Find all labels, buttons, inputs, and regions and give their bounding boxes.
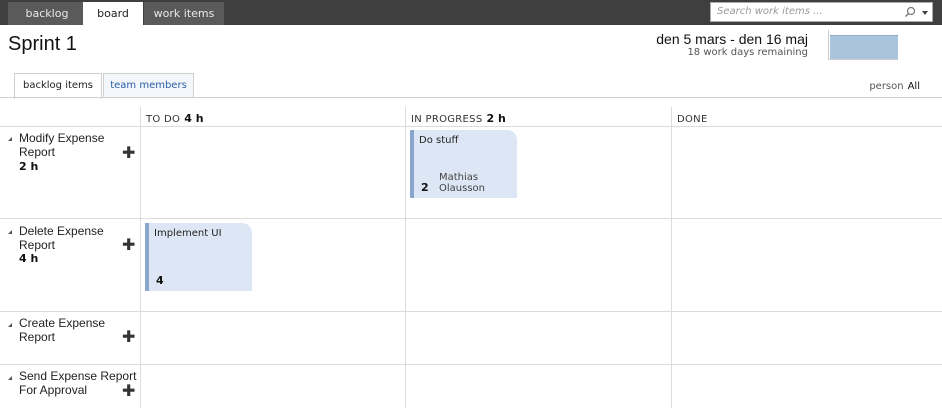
- backlog-item-title[interactable]: Delete Expense Report: [19, 224, 119, 252]
- column-name: DONE: [677, 114, 708, 125]
- column-divider: [671, 107, 672, 408]
- search-input[interactable]: Search work items ...: [717, 6, 823, 17]
- tab-work-items[interactable]: work items: [144, 2, 224, 25]
- collapse-row-icon[interactable]: [8, 230, 12, 234]
- backlog-item-title[interactable]: Modify Expense Report: [19, 131, 119, 159]
- sprint-dates: den 5 mars - den 16 maj: [656, 31, 808, 47]
- row-divider: [0, 218, 942, 219]
- task-title: Implement UI: [154, 228, 222, 239]
- person-filter-label: person: [869, 81, 904, 92]
- backlog-item-hours: 2 h: [19, 160, 39, 173]
- burndown-chart[interactable]: [828, 30, 898, 60]
- work-days-remaining: 18 work days remaining: [687, 47, 808, 58]
- top-nav-bar: backlog board work items Search work ite…: [0, 0, 942, 25]
- task-card[interactable]: Do stuff 2 Mathias Olausson: [410, 130, 517, 198]
- tab-board[interactable]: board: [83, 2, 143, 25]
- column-divider: [405, 107, 406, 408]
- collapse-row-icon[interactable]: [8, 137, 12, 141]
- column-header-in-progress: IN PROGRESS 2 h: [411, 112, 506, 125]
- add-task-icon[interactable]: ✚: [122, 383, 135, 399]
- subtab-divider: [0, 97, 942, 98]
- column-header-done: DONE: [677, 112, 712, 125]
- search-dropdown-icon[interactable]: [922, 11, 928, 15]
- row-divider: [0, 311, 942, 312]
- burndown-fill: [830, 35, 898, 59]
- task-hours: 4: [156, 274, 164, 287]
- tab-team-members[interactable]: team members: [103, 73, 194, 98]
- task-card[interactable]: Implement UI 4: [145, 223, 252, 291]
- tab-backlog[interactable]: backlog: [8, 2, 86, 25]
- add-task-icon[interactable]: ✚: [122, 145, 135, 161]
- task-title: Do stuff: [419, 135, 459, 146]
- person-filter-value[interactable]: All: [908, 81, 920, 92]
- column-name: TO DO: [146, 114, 181, 125]
- add-task-icon[interactable]: ✚: [122, 329, 135, 345]
- search-box[interactable]: Search work items ...: [710, 2, 933, 22]
- search-icon[interactable]: [904, 6, 916, 18]
- column-hours: 4 h: [184, 112, 204, 125]
- task-owner[interactable]: Mathias Olausson: [439, 172, 517, 194]
- person-filter[interactable]: person All: [869, 81, 920, 92]
- backlog-item-title[interactable]: Send Expense Report For Approval: [19, 369, 137, 397]
- add-task-icon[interactable]: ✚: [122, 237, 135, 253]
- column-divider: [140, 107, 141, 408]
- column-hours: 2 h: [486, 112, 506, 125]
- row-divider: [0, 364, 942, 365]
- backlog-item-hours: 4 h: [19, 252, 39, 265]
- column-name: IN PROGRESS: [411, 114, 483, 125]
- column-header-todo: TO DO 4 h: [146, 112, 204, 125]
- page-title: Sprint 1: [8, 33, 77, 55]
- collapse-row-icon[interactable]: [8, 323, 12, 327]
- backlog-item-title[interactable]: Create Expense Report: [19, 316, 119, 344]
- tab-backlog-items[interactable]: backlog items: [14, 73, 102, 99]
- task-hours: 2: [421, 181, 429, 194]
- header-divider: [0, 126, 942, 127]
- collapse-row-icon[interactable]: [8, 376, 12, 380]
